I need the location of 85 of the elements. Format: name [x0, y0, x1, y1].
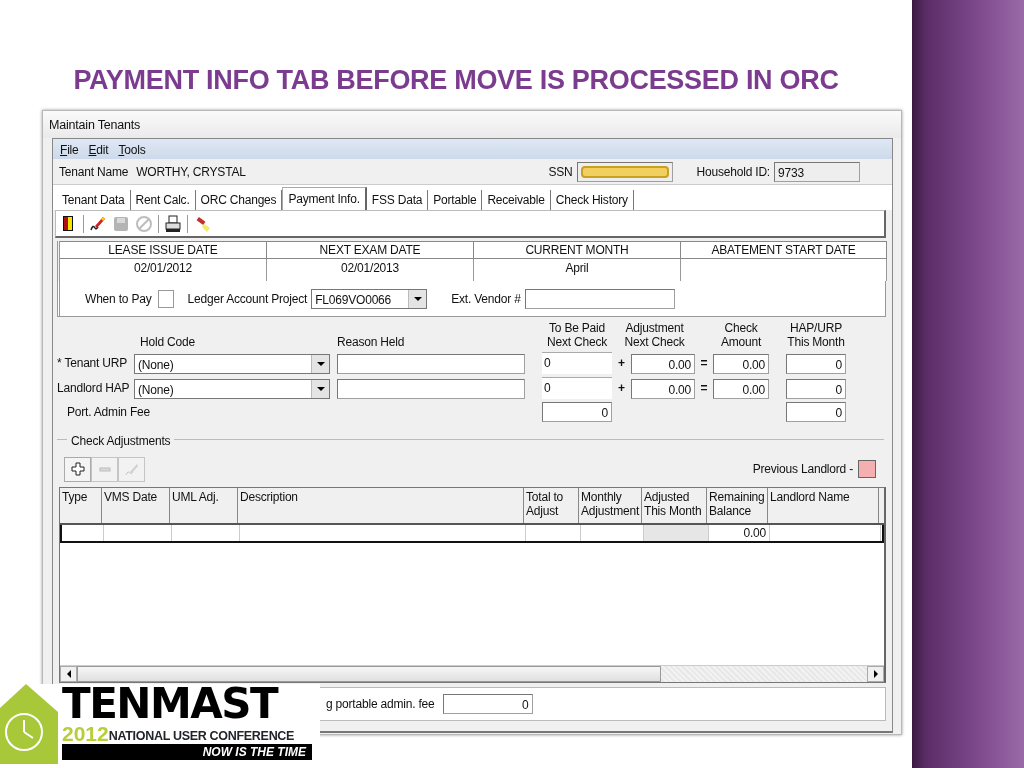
column-header: HAP/URP This Month	[786, 321, 846, 349]
scroll-thumb[interactable]	[77, 666, 661, 682]
equals-sign: =	[699, 380, 709, 397]
field-label: g portable admin. fee	[326, 696, 435, 713]
amount-field: 0.00	[713, 354, 769, 374]
date-value: April	[565, 261, 589, 275]
amount-field[interactable]: 0	[786, 354, 846, 374]
field-label: Household ID:	[696, 163, 770, 181]
dropdown-arrow-icon[interactable]	[413, 296, 422, 301]
table-cell: 0.00	[743, 526, 766, 540]
reason-field[interactable]	[337, 354, 525, 374]
amount-field: 0.00	[713, 379, 769, 399]
field-label: Tenant Name	[59, 163, 129, 181]
amount-field[interactable]: 0.00	[631, 354, 695, 374]
scroll-right-button[interactable]	[867, 666, 884, 682]
plus-sign: +	[617, 355, 626, 372]
column-header: ABATEMENT START DATE	[681, 241, 887, 259]
table-row[interactable]: 0.00	[60, 525, 884, 543]
add-icon	[70, 462, 85, 476]
column-header: UML Adj.	[170, 488, 238, 523]
menu-item[interactable]: Tools	[115, 141, 149, 157]
column-header: Total to Adjust	[524, 488, 579, 523]
column-header: CURRENT MONTH	[474, 241, 681, 259]
amount-field[interactable]: 0	[542, 377, 612, 399]
amount-field[interactable]: 0	[542, 352, 612, 374]
pen-icon[interactable]	[89, 214, 107, 233]
row-label: Landlord HAP	[57, 380, 131, 397]
window-title: Maintain Tenants	[43, 111, 901, 138]
tab[interactable]: Payment Info.	[282, 187, 367, 210]
household-id-field: 9733	[774, 161, 860, 182]
hold-code-dropdown[interactable]: (None)	[134, 354, 330, 374]
slide-title: PAYMENT INFO TAB BEFORE MOVE IS PROCESSED IN ORC	[73, 64, 839, 97]
row-label: Port. Admin Fee	[66, 404, 152, 421]
add-button[interactable]	[64, 456, 91, 482]
date-value: 02/01/2013	[340, 261, 400, 275]
column-header: Hold Code	[139, 335, 196, 349]
menu-item[interactable]: File	[57, 141, 82, 157]
amount-field[interactable]: 0	[442, 694, 533, 714]
menu-item[interactable]: Edit	[85, 141, 112, 157]
pen-icon	[124, 462, 139, 476]
date-value: 02/01/2012	[133, 261, 193, 275]
reason-field[interactable]	[337, 379, 525, 399]
horizontal-scrollbar[interactable]	[60, 665, 884, 682]
plus-sign: +	[617, 380, 626, 397]
column-header: VMS Date	[102, 488, 170, 523]
amount-field[interactable]: 0	[786, 379, 846, 399]
legend-swatch	[858, 460, 876, 478]
amount-field[interactable]: 0.00	[631, 379, 695, 399]
column-header: To Be Paid Next Check	[546, 321, 608, 349]
column-header: Monthly Adjustment	[579, 488, 642, 523]
column-header: Type	[60, 488, 102, 523]
field-label: Ledger Account Project	[187, 290, 308, 308]
column-header: Remaining Balance	[707, 488, 768, 523]
column-header: LEASE ISSUE DATE	[60, 241, 267, 259]
column-header: NEXT EXAM DATE	[267, 241, 474, 259]
column-header: Description	[238, 488, 524, 523]
vendor-field[interactable]	[524, 288, 675, 309]
scroll-right-icon[interactable]	[873, 670, 878, 678]
printer-icon[interactable]	[164, 214, 182, 233]
column-header: Adjustment Next Check	[623, 321, 686, 349]
amount-field[interactable]: 0	[786, 402, 846, 422]
field-label: When to Pay	[85, 290, 152, 308]
field-label: SSN	[548, 163, 573, 181]
logo-wordmark: TENMAST	[62, 684, 279, 724]
tenant-name: WORTHY, CRYSTAL	[136, 163, 246, 181]
equals-sign: =	[699, 355, 709, 372]
column-header: Reason Held	[337, 335, 406, 349]
dropdown-arrow-icon[interactable]	[316, 362, 325, 366]
scroll-left-icon[interactable]	[66, 670, 71, 678]
logo-subtitle: NATIONAL USER CONFERENCE	[108, 729, 295, 744]
hold-code-dropdown[interactable]: (None)	[134, 379, 330, 399]
scroll-left-button[interactable]	[60, 666, 77, 682]
column-header: Adjusted This Month	[642, 488, 707, 523]
group-title: Check Adjustments	[70, 433, 172, 450]
amount-field[interactable]: 0	[542, 402, 612, 422]
dropdown-arrow-icon[interactable]	[316, 387, 325, 391]
field-label: Ext. Vendor #	[451, 290, 521, 308]
checkbox[interactable]	[157, 289, 174, 308]
row-label: * Tenant URP	[57, 355, 129, 372]
logo-year: 2012	[62, 724, 109, 744]
project-dropdown[interactable]: FL069VO0066	[311, 288, 428, 309]
logo-tagline: NOW IS THE TIME	[62, 744, 312, 760]
column-header: Check Amount	[719, 321, 763, 349]
legend-label: Previous Landlord -	[752, 461, 853, 478]
column-header: Landlord Name	[768, 488, 879, 523]
